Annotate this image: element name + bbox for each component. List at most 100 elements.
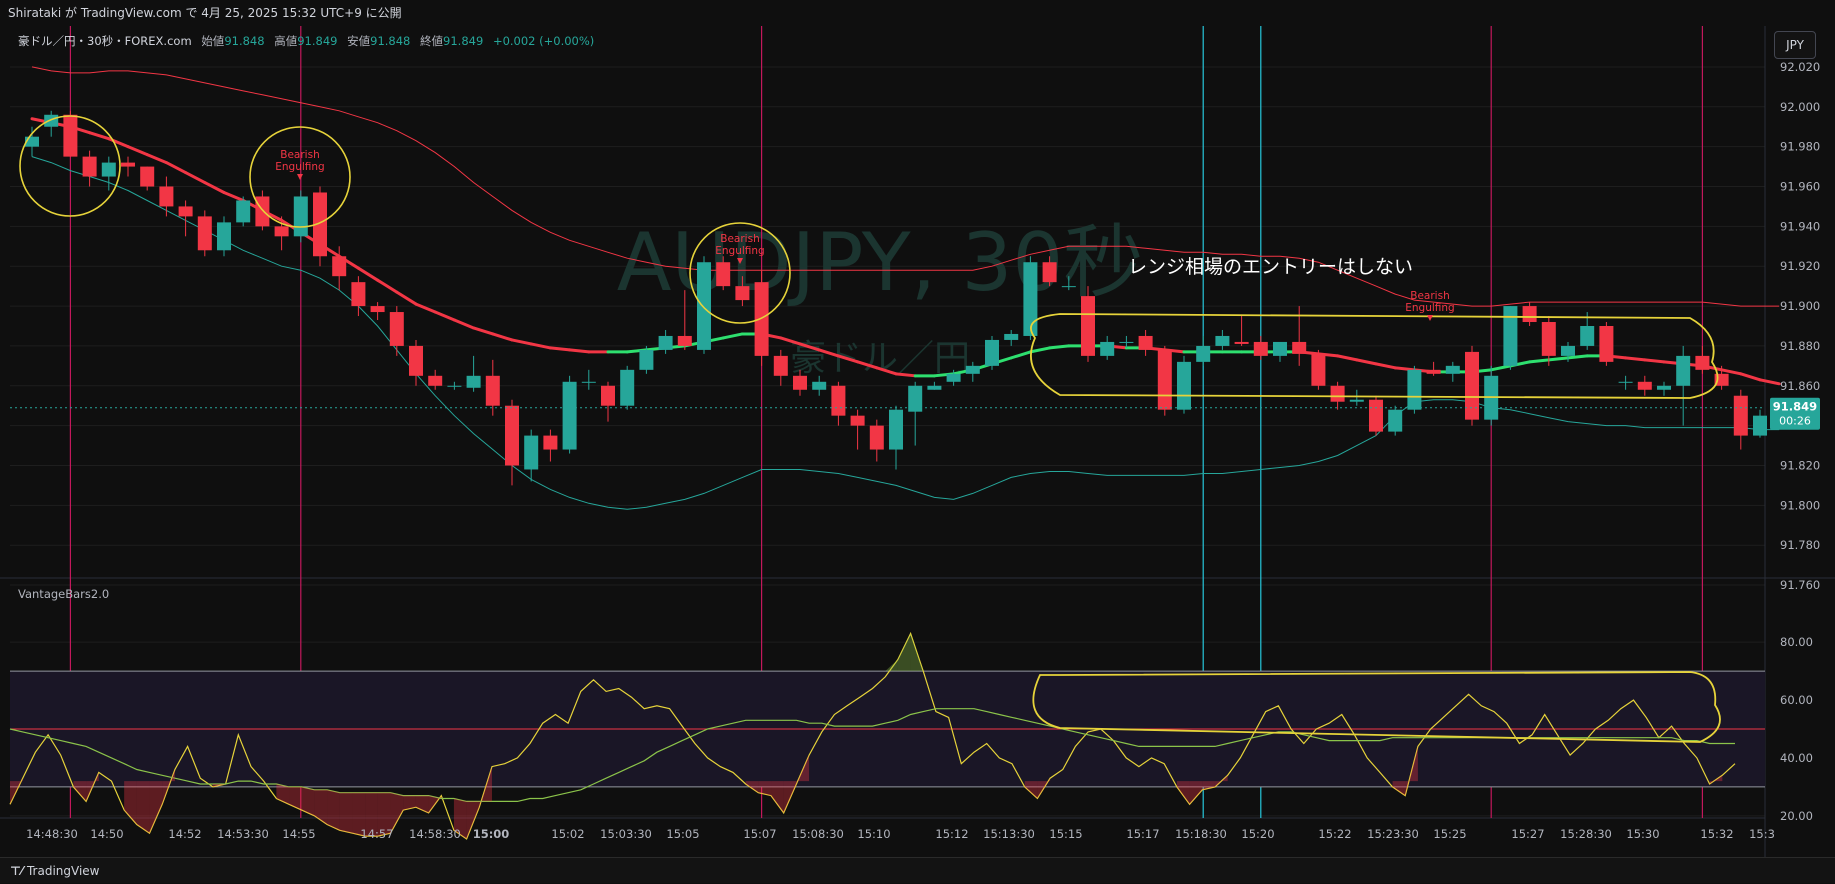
candle-body xyxy=(1676,355,1691,386)
price-tick-label: 91.960 xyxy=(1780,180,1820,194)
candle[interactable] xyxy=(985,335,999,370)
time-tick-label: 15:15 xyxy=(1049,827,1082,841)
candle-body xyxy=(409,345,423,376)
candle[interactable] xyxy=(217,216,231,257)
candle-body xyxy=(1330,385,1345,402)
candle[interactable] xyxy=(1196,335,1211,366)
candle[interactable] xyxy=(1311,349,1326,390)
candle-body xyxy=(1561,345,1575,356)
ma-segment xyxy=(356,266,380,282)
candle[interactable] xyxy=(485,359,500,416)
candle[interactable] xyxy=(1599,322,1614,366)
ma-segment xyxy=(472,326,495,336)
candle[interactable] xyxy=(581,369,596,390)
candle-body xyxy=(1580,325,1595,346)
time-tick-label: 15:18:30 xyxy=(1175,827,1227,841)
candle-body xyxy=(620,369,635,406)
candle[interactable] xyxy=(197,210,212,257)
currency-button[interactable]: JPY xyxy=(1774,31,1816,59)
price-badge-value: 91.849 xyxy=(1773,400,1817,414)
candle[interactable] xyxy=(1100,335,1115,360)
ma-segment xyxy=(1624,356,1647,362)
candle[interactable] xyxy=(1657,381,1671,396)
candle[interactable] xyxy=(159,176,174,217)
candle[interactable] xyxy=(869,419,884,462)
candle[interactable] xyxy=(447,381,462,390)
candle[interactable] xyxy=(1349,389,1364,406)
candle[interactable] xyxy=(389,306,404,356)
candle-body xyxy=(1215,335,1230,346)
candle[interactable] xyxy=(889,405,903,470)
candle[interactable] xyxy=(1388,405,1403,436)
candle[interactable] xyxy=(1618,375,1633,390)
candle[interactable] xyxy=(831,381,846,426)
osc-tick-label: 60.00 xyxy=(1780,693,1813,707)
candle[interactable] xyxy=(1004,329,1019,346)
candle[interactable] xyxy=(370,302,385,321)
candle[interactable] xyxy=(1465,345,1479,426)
ma-segment xyxy=(145,153,168,165)
candle[interactable] xyxy=(1637,375,1652,396)
candle[interactable] xyxy=(1407,365,1422,414)
open-label: 始値 xyxy=(201,34,225,48)
candle[interactable] xyxy=(1273,341,1287,362)
candle[interactable] xyxy=(1445,361,1460,382)
candle[interactable] xyxy=(927,381,942,390)
candle[interactable] xyxy=(1081,286,1095,362)
candle[interactable] xyxy=(82,150,97,187)
candle-body xyxy=(1119,341,1134,343)
candle[interactable] xyxy=(1177,355,1191,414)
ma-segment xyxy=(721,332,744,340)
candle-body xyxy=(1426,369,1441,374)
candle-body xyxy=(140,166,155,187)
candle[interactable] xyxy=(428,369,443,390)
candle[interactable] xyxy=(620,365,635,410)
candle[interactable] xyxy=(773,349,788,386)
close-label: 終値 xyxy=(420,34,444,48)
candle[interactable] xyxy=(601,381,615,422)
candle-body xyxy=(793,375,807,390)
candle[interactable] xyxy=(313,186,327,267)
candle[interactable] xyxy=(562,375,577,454)
candle[interactable] xyxy=(1157,345,1172,416)
candle[interactable] xyxy=(908,381,923,446)
ma-segment xyxy=(414,302,437,314)
candle-body xyxy=(44,114,59,127)
candle[interactable] xyxy=(293,190,308,243)
candle[interactable] xyxy=(63,110,78,157)
pattern-label-top: Bearish xyxy=(720,233,759,245)
watermark-name: 豪ドル／円 xyxy=(790,338,970,379)
candle[interactable] xyxy=(850,409,865,450)
candle[interactable] xyxy=(466,355,481,392)
time-tick-label: 15:13:30 xyxy=(983,827,1035,841)
candle[interactable] xyxy=(697,256,711,354)
candle[interactable] xyxy=(524,429,539,482)
candle[interactable] xyxy=(658,329,673,354)
osc-bear-fill xyxy=(327,789,340,831)
candle[interactable] xyxy=(543,429,558,462)
candle[interactable] xyxy=(1733,389,1748,450)
candle[interactable] xyxy=(101,156,116,191)
candle[interactable] xyxy=(1426,361,1441,376)
candle-body xyxy=(677,335,692,346)
candle[interactable] xyxy=(1234,316,1249,346)
candle[interactable] xyxy=(1253,335,1268,360)
candle-body xyxy=(927,385,942,390)
candle[interactable] xyxy=(1369,395,1383,436)
price-chart[interactable]: AUDJPY, 30秒豪ドル／円 レンジ相場のエントリーはしないBearishE… xyxy=(0,26,1835,883)
candle[interactable] xyxy=(1138,329,1153,356)
candle[interactable] xyxy=(1503,306,1518,370)
candle[interactable] xyxy=(1215,329,1230,350)
candle[interactable] xyxy=(351,276,366,317)
candle-body xyxy=(1253,341,1268,356)
candle[interactable] xyxy=(121,156,135,177)
candle[interactable] xyxy=(505,399,519,486)
candle[interactable] xyxy=(1484,365,1499,426)
candle[interactable] xyxy=(44,110,59,137)
osc-bear-fill xyxy=(339,792,353,834)
osc-bear-fill xyxy=(73,781,87,802)
candle[interactable] xyxy=(1695,345,1710,374)
candle[interactable] xyxy=(236,196,251,227)
candle[interactable] xyxy=(1676,345,1691,426)
candle[interactable] xyxy=(639,345,654,374)
